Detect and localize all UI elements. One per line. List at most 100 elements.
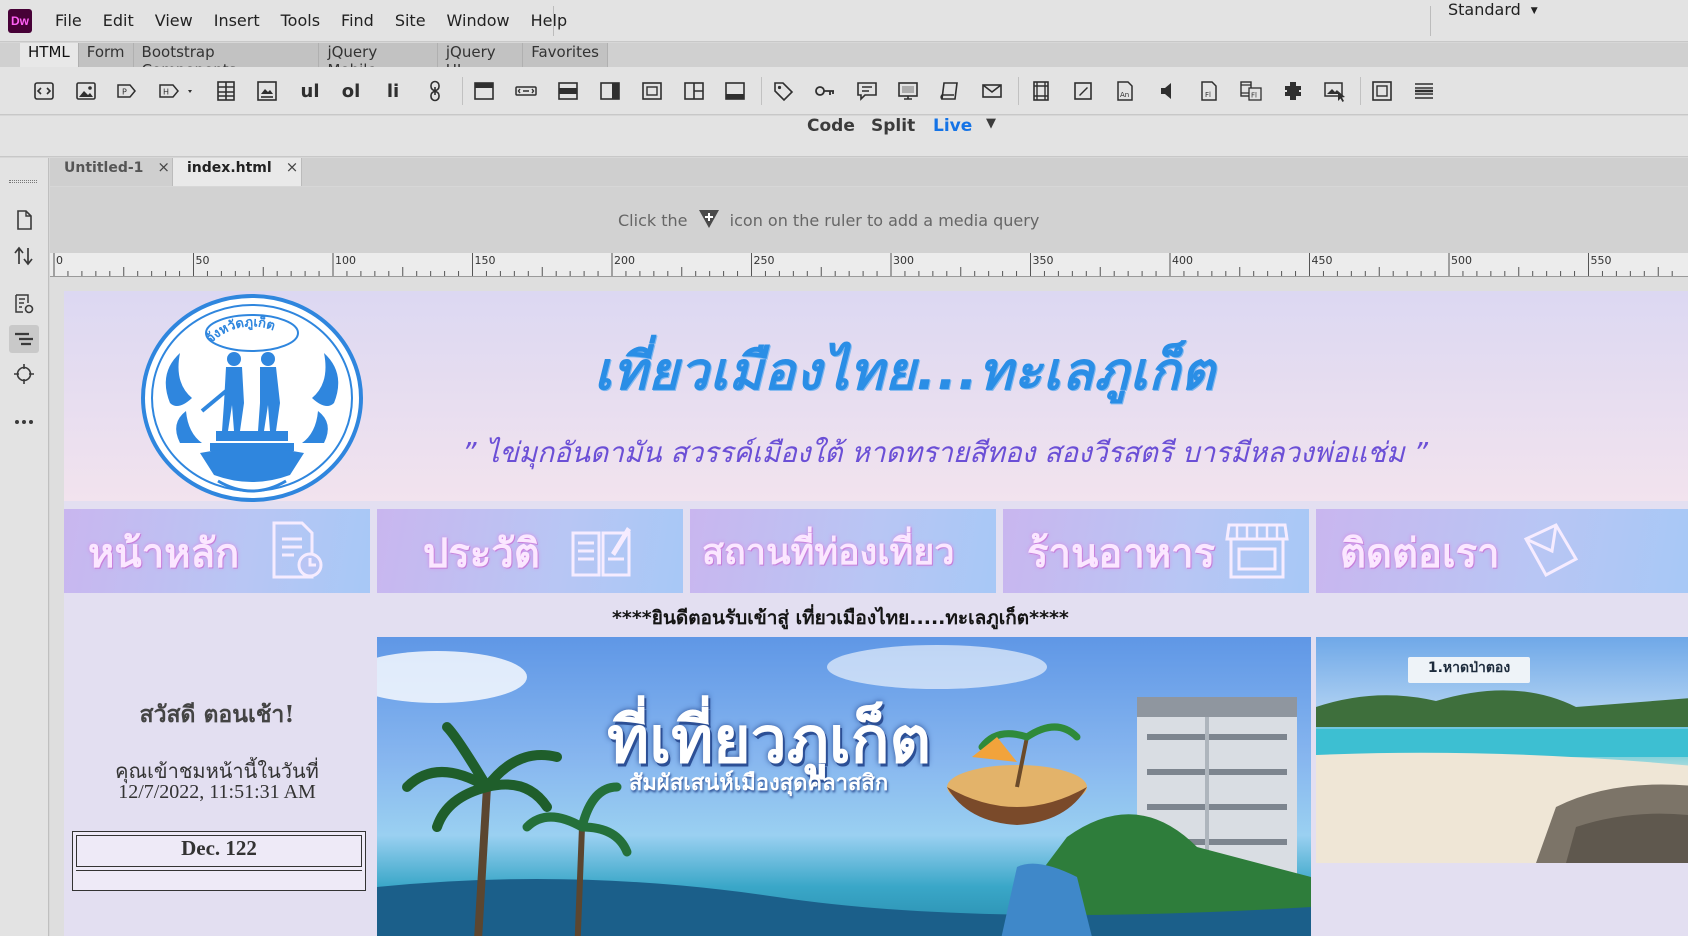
viewport-icon[interactable] (896, 79, 920, 103)
rollover-image-icon[interactable] (1323, 79, 1347, 103)
document-tabs: Untitled-1 × index.html × (50, 158, 1688, 186)
banner-title: เที่ยวเมืองไทย...ทะเลภูเก็ต (594, 342, 1216, 402)
animate-icon[interactable]: An (1113, 79, 1137, 103)
tab-form[interactable]: Form (79, 43, 134, 67)
comment-icon[interactable] (855, 79, 879, 103)
workspace-switcher[interactable]: Standard ▼ (1448, 0, 1538, 19)
menu-site[interactable]: Site (395, 0, 426, 42)
chevron-down-icon[interactable]: ▼ (986, 116, 996, 131)
script-icon[interactable] (938, 79, 962, 103)
ruler-ticks: 0 50 100 150 200 250 300 350 400 450 500 550 (53, 253, 1673, 276)
phuket-seal-logo: จังหวัดภูเก็ต (141, 294, 363, 502)
flash-video-icon[interactable]: Fl (1239, 79, 1263, 103)
horizontal-rule-icon[interactable] (1412, 79, 1436, 103)
file-icon[interactable] (9, 206, 39, 234)
svg-text:P: P (122, 88, 127, 97)
svg-text:Fl: Fl (1251, 92, 1257, 100)
figure-icon[interactable] (255, 79, 279, 103)
tab-html[interactable]: HTML (20, 43, 79, 67)
site-banner: จังหวัดภูเก็ต เที่ยวเมืองไทย...ทะเลภูเก็… (64, 291, 1688, 502)
hyperlink-icon[interactable] (423, 79, 447, 103)
menu-edit[interactable]: Edit (103, 0, 134, 42)
ruler-label: 0 (56, 254, 63, 267)
canvas-icon[interactable] (1071, 79, 1095, 103)
crosshair-icon[interactable] (9, 360, 39, 388)
split-view-button[interactable]: Split (871, 116, 915, 136)
svg-text:Fl: Fl (1205, 91, 1211, 99)
live-view-button[interactable]: Live (933, 116, 972, 136)
tab-jquery-mobile[interactable]: jQuery Mobile (319, 43, 438, 79)
ruler[interactable]: 0 50 100 150 200 250 300 350 400 450 500 550 (50, 253, 1688, 277)
nav-history-button[interactable]: ประวัติ (377, 509, 683, 593)
li-icon[interactable]: li (381, 79, 405, 103)
live-view-canvas[interactable]: จังหวัดภูเก็ต เที่ยวเมืองไทย...ทะเลภูเก็… (50, 277, 1688, 936)
chevron-down-icon: ▼ (1530, 6, 1538, 16)
main-menu: File Edit View Insert Tools Find Site Wi… (55, 0, 588, 42)
inspect-icon[interactable] (9, 290, 39, 318)
beach-label: 1.หาดป่าตอง (1408, 657, 1530, 683)
ol-icon[interactable]: ol (339, 79, 363, 103)
video-icon[interactable] (1029, 79, 1053, 103)
nav-attractions-button[interactable]: สถานที่ท่องเที่ยว (690, 509, 996, 593)
footer-icon[interactable] (723, 79, 747, 103)
dom-outline-icon[interactable] (9, 325, 39, 353)
tab-jquery-ui[interactable]: jQuery UI (438, 43, 524, 79)
section-icon[interactable] (682, 79, 706, 103)
key-icon[interactable] (813, 79, 837, 103)
toolbar-divider (1018, 77, 1019, 105)
patong-beach-image[interactable]: 1.หาดป่าตอง (1316, 637, 1688, 863)
aside-icon[interactable] (598, 79, 622, 103)
ruler-label: 150 (475, 254, 496, 267)
tag-icon[interactable] (771, 79, 795, 103)
tab-favorites[interactable]: Favorites (523, 43, 608, 67)
insert-toolbar: P H ul ol li An Fl Fl (0, 67, 1688, 115)
menu-file[interactable]: File (55, 0, 82, 42)
nav-home-button[interactable]: หน้าหลัก (64, 509, 370, 593)
ruler-label: 250 (754, 254, 775, 267)
audio-icon[interactable] (1155, 79, 1179, 103)
ruler-label: 100 (335, 254, 356, 267)
email-link-icon[interactable] (980, 79, 1004, 103)
image-icon[interactable] (74, 79, 98, 103)
table-icon[interactable] (214, 79, 238, 103)
media-query-bar[interactable]: Click the icon on the ruler to add a med… (50, 187, 1688, 253)
file-transfer-icon[interactable] (9, 242, 39, 270)
menu-insert[interactable]: Insert (214, 0, 260, 42)
menu-window[interactable]: Window (447, 0, 510, 42)
paragraph-icon[interactable]: P (114, 79, 138, 103)
nav-restaurants-button[interactable]: ร้านอาหาร (1003, 509, 1309, 593)
menu-view[interactable]: View (155, 0, 193, 42)
doc-tab-index[interactable]: index.html × (172, 158, 302, 186)
navigation-icon[interactable] (514, 79, 538, 103)
doc-tab-label: index.html (187, 160, 272, 176)
heading-dropdown-icon[interactable]: H (156, 79, 196, 103)
iframe-icon[interactable] (1370, 79, 1394, 103)
tab-bootstrap-components[interactable]: Bootstrap Components (134, 43, 320, 79)
ruler-label: 400 (1172, 254, 1193, 267)
menu-find[interactable]: Find (341, 0, 374, 42)
ul-icon[interactable]: ul (298, 79, 322, 103)
greeting-panel: สวัสดี ตอนเช้า! คุณเข้าชมหน้านี้ในวันที่… (64, 637, 370, 936)
flash-icon[interactable]: Fl (1197, 79, 1221, 103)
code-view-button[interactable]: Code (807, 116, 855, 136)
menu-help[interactable]: Help (531, 0, 567, 42)
close-icon[interactable]: × (157, 158, 170, 176)
article-icon[interactable] (640, 79, 664, 103)
nav-contact-button[interactable]: ติดต่อเรา (1316, 509, 1688, 593)
ruler-label: 350 (1033, 254, 1054, 267)
hero-subtitle: สัมผัสเสน่ห์เมืองสุดคลาสสิก (629, 771, 889, 796)
storefront-icon (1225, 523, 1289, 579)
document-clock-icon (272, 521, 323, 579)
main-icon[interactable] (556, 79, 580, 103)
greeting-text: สวัสดี ตอนเช้า! (139, 701, 295, 728)
close-icon[interactable]: × (286, 158, 299, 176)
more-icon[interactable] (9, 408, 39, 436)
doc-tab-untitled[interactable]: Untitled-1 × (50, 158, 172, 186)
insert-panel-tabs: HTML Form Bootstrap Components jQuery Mo… (0, 43, 1688, 79)
plugin-icon[interactable] (1281, 79, 1305, 103)
div-tag-icon[interactable] (32, 79, 56, 103)
header-icon[interactable] (472, 79, 496, 103)
welcome-message: ****ยินดีตอนรับเข้าสู่ เที่ยวเมืองไทย...… (612, 607, 1069, 629)
menu-tools[interactable]: Tools (281, 0, 320, 42)
drag-grip[interactable] (9, 180, 37, 183)
